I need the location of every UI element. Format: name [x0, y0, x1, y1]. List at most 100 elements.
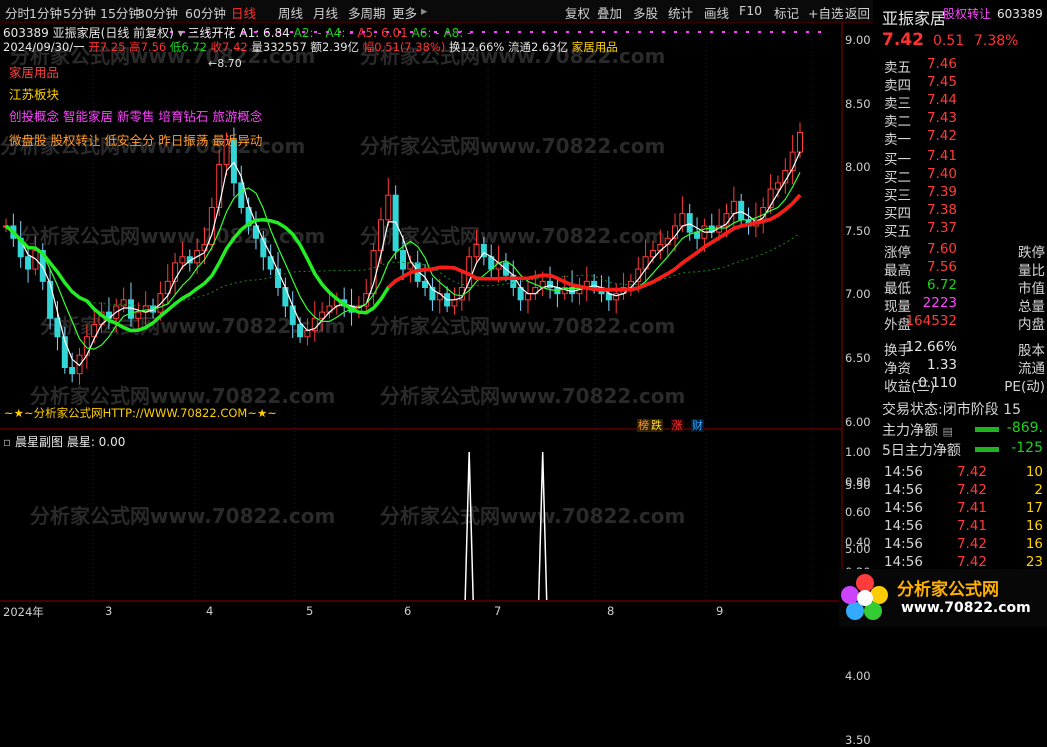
period-tab-9[interactable]: 多周期	[348, 3, 386, 22]
a2-value: A2: -	[293, 26, 322, 40]
bid-row[interactable]: 买四 7.38	[875, 202, 1047, 222]
row-value: -0.110	[913, 375, 957, 391]
a6-value: A6: -	[411, 26, 440, 40]
main5-flow-label: 5日主力净额	[882, 443, 961, 459]
candle-body	[797, 131, 803, 153]
badge-cai[interactable]: 财	[691, 419, 704, 432]
period-tab-5[interactable]: 60分钟	[185, 3, 226, 22]
period-tab-8[interactable]: 月线	[313, 3, 338, 22]
more-arrow-icon[interactable]: ▸	[421, 3, 427, 18]
ask-row[interactable]: 卖二 7.43	[875, 110, 1047, 130]
quote-change: 0.51	[933, 33, 965, 49]
period-tab-1[interactable]: 1分钟	[29, 3, 62, 22]
period-tab-6[interactable]: 日线	[231, 3, 256, 22]
stat-row[interactable]: 最低 6.72 市值	[875, 277, 1047, 297]
ask-row[interactable]: 卖四 7.45	[875, 74, 1047, 94]
row-value: 6.72	[926, 277, 957, 293]
period-tab-0[interactable]: 分时	[5, 3, 30, 22]
toolbar-button-8[interactable]: 返回	[845, 3, 870, 22]
toolbar-button-6[interactable]: 标记	[774, 3, 799, 22]
fin-row[interactable]: 换手 12.66% 股本	[875, 339, 1047, 359]
fin-row[interactable]: 收益(三) -0.110 PE(动)	[875, 375, 1047, 395]
bar-date: 2024/09/30/一	[3, 40, 85, 54]
main-flow-bar	[975, 427, 999, 432]
toolbar-button-2[interactable]: 多股	[633, 3, 658, 22]
stat-row[interactable]: 现量 2223 总量	[875, 295, 1047, 315]
toolbar-button-0[interactable]: 复权	[565, 3, 590, 22]
tick-time: 14:56	[884, 500, 923, 516]
candle-body	[69, 367, 76, 375]
a4-value: A4: -	[325, 26, 354, 40]
row-value: 1.33	[926, 357, 957, 373]
bar-close: 收7.42	[210, 40, 248, 54]
logo-url: www.70822.com	[901, 600, 1031, 616]
period-tab-2[interactable]: 5分钟	[63, 3, 96, 22]
tick-vol: 2	[1034, 482, 1043, 498]
x-tick: 4	[206, 604, 214, 618]
row-value: 7.41	[926, 148, 957, 164]
stat-row[interactable]: 最高 7.56 量比	[875, 259, 1047, 279]
candle-body	[238, 182, 245, 208]
fin-row[interactable]: 净资 1.33 流通	[875, 357, 1047, 377]
tick-vol: 16	[1025, 536, 1043, 552]
y-tick: 7.50	[845, 223, 871, 238]
toolbar-button-7[interactable]: +自选	[808, 3, 843, 22]
bar-high: 高7.56	[129, 40, 167, 54]
period-tab-4[interactable]: 30分钟	[137, 3, 178, 22]
row-label: 买二	[884, 170, 911, 186]
y-tick: 8.50	[845, 96, 871, 111]
toolbar-button-3[interactable]: 统计	[668, 3, 693, 22]
x-tick: 9	[716, 604, 724, 618]
chevron-down-icon[interactable]: ▾	[178, 26, 184, 40]
toolbar-button-5[interactable]: F10	[739, 3, 762, 18]
candle-body	[738, 200, 745, 221]
candle-body	[120, 299, 127, 307]
ask-row[interactable]: 卖五 7.46	[875, 56, 1047, 76]
row-value: 7.56	[926, 259, 957, 275]
x-tick: 6	[404, 604, 412, 618]
badge-bang[interactable]: 榜	[637, 419, 650, 432]
quote-stock-tag[interactable]: 股权转让	[943, 5, 991, 22]
bid-row[interactable]: 买三 7.39	[875, 184, 1047, 204]
y-tick: 8.00	[845, 160, 871, 175]
row-label-2: 跌停	[1018, 245, 1045, 261]
row-label: 买五	[884, 224, 911, 240]
a8-value: A8: -	[443, 26, 472, 40]
a5-value: A5: 6.01	[357, 26, 408, 40]
toolbar-button-1[interactable]: 叠加	[597, 3, 622, 22]
period-tab-3[interactable]: 15分钟	[100, 3, 141, 22]
tick-row: 14:56 7.42 10	[875, 464, 1047, 482]
period-tab-7[interactable]: 周线	[278, 3, 303, 22]
candle-body	[319, 311, 326, 319]
ask-row[interactable]: 卖一 7.42	[875, 128, 1047, 148]
bar-float-cap: 流通2.63亿	[508, 40, 569, 54]
row-label: 涨停	[884, 245, 911, 261]
bid-row[interactable]: 买二 7.40	[875, 166, 1047, 186]
row-value: 164532	[905, 313, 957, 329]
row-value: 2223	[922, 295, 957, 311]
candle-body	[47, 280, 54, 319]
stat-row[interactable]: 涨停 7.60 跌停	[875, 241, 1047, 261]
tick-row: 14:56 7.42 16	[875, 536, 1047, 554]
stat-row[interactable]: 外盘 164532 内盘	[875, 313, 1047, 333]
tick-row: 14:56 7.41 16	[875, 518, 1047, 536]
badge-group: 榜跌 涨 财	[637, 417, 704, 433]
bid-row[interactable]: 买五 7.37	[875, 220, 1047, 240]
y-tick: 9.00	[845, 33, 871, 47]
sub-chart-value: 晨星: 0.00	[66, 435, 126, 449]
period-tab-10[interactable]: 更多	[392, 3, 417, 22]
ask-row[interactable]: 卖三 7.44	[875, 92, 1047, 112]
logo-text: 分析家公式网	[897, 580, 999, 600]
bid-row[interactable]: 买一 7.41	[875, 148, 1047, 168]
candle-body	[774, 182, 781, 190]
badge-zhang[interactable]: 涨	[670, 419, 684, 432]
row-label: 最高	[884, 263, 911, 279]
badge-die[interactable]: 跌	[650, 419, 663, 432]
doc-icon: ▤	[942, 425, 953, 438]
row-label-2: 市值	[1018, 281, 1045, 297]
region-tag: 江苏板块	[9, 87, 60, 102]
row-value: 7.44	[926, 92, 957, 108]
candle-body	[157, 293, 164, 313]
toolbar-button-4[interactable]: 画线	[704, 3, 729, 22]
sub-toggle-icon[interactable]: ▫	[3, 435, 11, 449]
